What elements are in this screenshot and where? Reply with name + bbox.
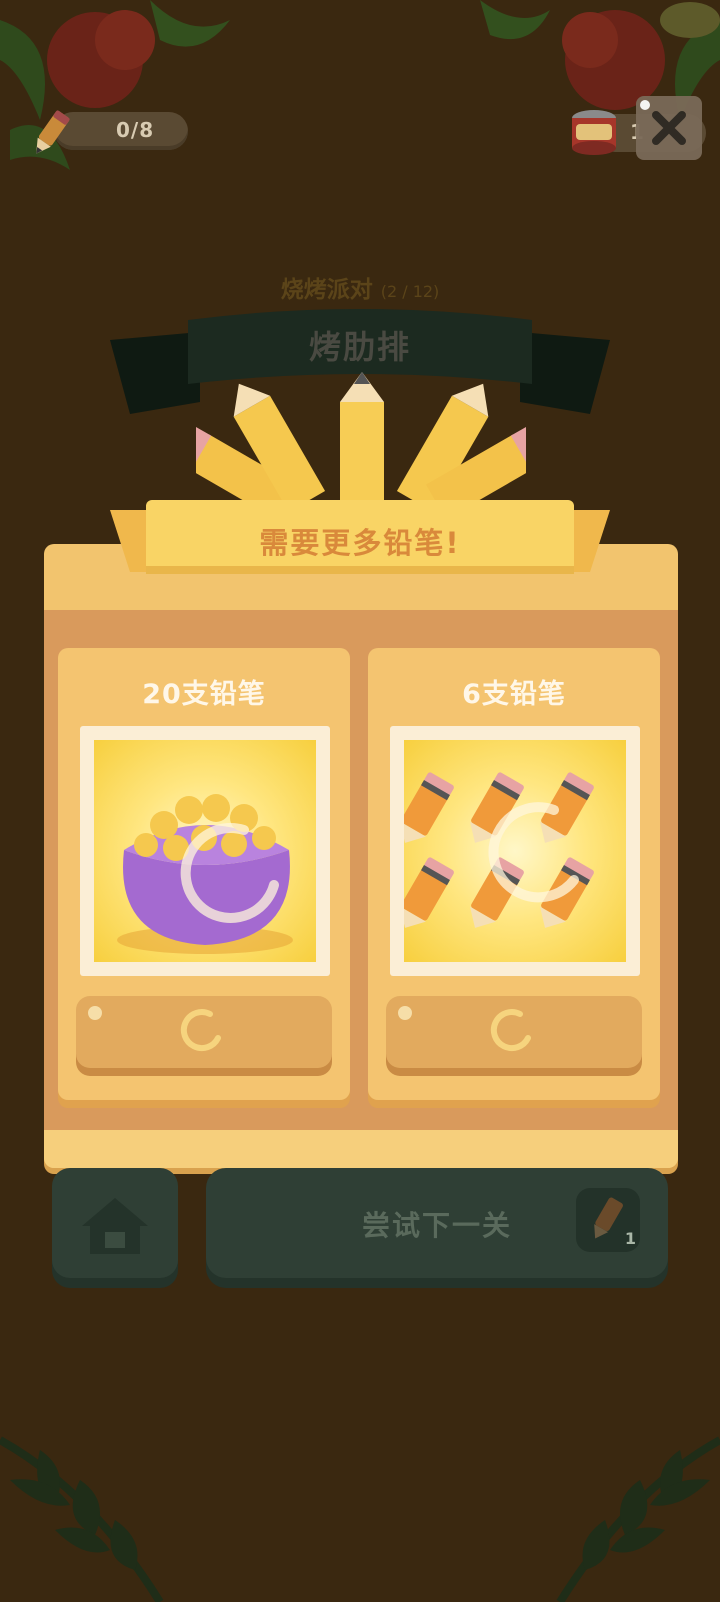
tin-can-icon — [572, 110, 616, 155]
pencil-cost-badge: 1 — [576, 1188, 640, 1252]
buy-6-pencils-button[interactable] — [386, 996, 642, 1068]
dish-name: 烤肋排 — [308, 328, 411, 366]
loading-spinner-icon — [490, 1009, 531, 1052]
level-name: 烧烤派对 — [280, 277, 373, 303]
pencil-icon — [594, 1197, 623, 1239]
pencil-cost-value: 1 — [624, 1229, 636, 1248]
six-pencils-icon — [404, 772, 594, 928]
offer-title: 20支铅笔 — [142, 679, 266, 710]
loading-spinner-icon — [180, 1009, 221, 1052]
buy-20-pencils-button[interactable] — [76, 996, 332, 1068]
home-icon — [82, 1198, 148, 1254]
offer-card-6-pencils[interactable]: 6支铅笔 — [368, 648, 660, 1100]
bottom-left-leaves-decoration — [0, 1436, 164, 1602]
level-title: 烧烤派对 (2 / 12) — [0, 270, 720, 304]
pencil-icon — [36, 110, 70, 154]
offer-image-frame — [80, 726, 330, 976]
offer-image-frame — [390, 726, 640, 976]
pencil-bag-icon — [117, 794, 293, 954]
home-button[interactable] — [52, 1168, 178, 1278]
level-progress: (2 / 12) — [380, 282, 440, 301]
offer-title: 6支铅笔 — [462, 679, 566, 710]
close-button[interactable] — [636, 96, 702, 160]
pencil-counter: 0/8 — [24, 108, 188, 154]
dialog-bottom-strip — [44, 1130, 678, 1168]
bottom-right-leaves-decoration — [556, 1436, 720, 1602]
pencil-fan-icon — [196, 372, 526, 512]
dialog-title: 需要更多铅笔! — [259, 526, 461, 560]
close-icon — [652, 111, 686, 145]
pencil-counter-value: 0/8 — [116, 118, 155, 142]
try-next-level-button[interactable]: 尝试下一关 1 — [206, 1168, 668, 1278]
offer-card-20-pencils[interactable]: 20支铅笔 — [58, 648, 350, 1100]
